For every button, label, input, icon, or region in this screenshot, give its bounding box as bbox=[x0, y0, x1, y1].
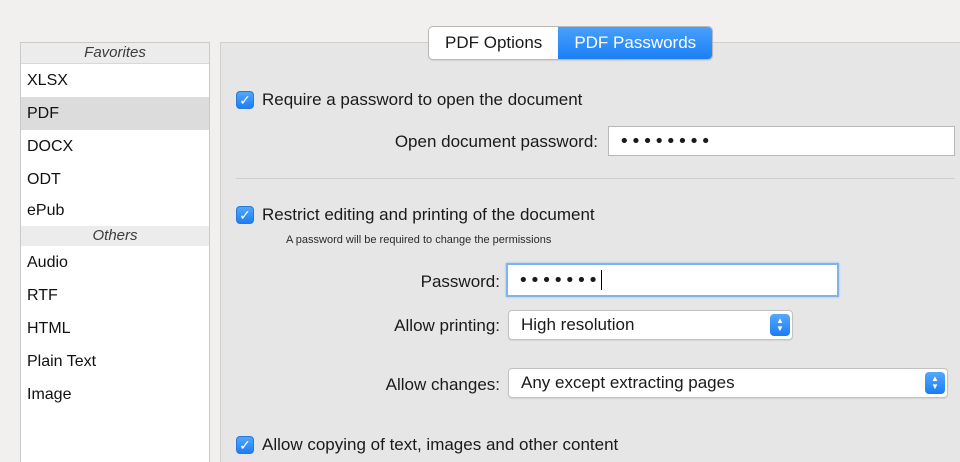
permissions-password-field[interactable]: ••••••• bbox=[506, 263, 839, 297]
open-document-password-value: •••••••• bbox=[619, 130, 712, 152]
sidebar-item-docx[interactable]: DOCX bbox=[21, 130, 209, 163]
require-open-password-checkbox[interactable]: ✓ bbox=[236, 91, 254, 109]
allow-copying-label: Allow copying of text, images and other … bbox=[262, 435, 619, 454]
permissions-note: A password will be required to change th… bbox=[286, 234, 552, 246]
open-document-password-label: Open document password: bbox=[394, 132, 598, 151]
require-open-password-label: Require a password to open the document bbox=[262, 90, 583, 109]
checkmark-icon: ✓ bbox=[239, 437, 251, 453]
sidebar-item-html[interactable]: HTML bbox=[21, 312, 209, 345]
allow-copying-checkbox[interactable]: ✓ bbox=[236, 436, 254, 454]
sidebar-item-xlsx[interactable]: XLSX bbox=[21, 64, 209, 97]
restrict-editing-checkbox[interactable]: ✓ bbox=[236, 206, 254, 224]
sidebar-item-image[interactable]: Image bbox=[21, 378, 209, 411]
sidebar-item-plain-text[interactable]: Plain Text bbox=[21, 345, 209, 378]
chevron-updown-icon: ▲ ▼ bbox=[770, 314, 790, 336]
allow-printing-value: High resolution bbox=[521, 315, 635, 334]
text-caret bbox=[601, 270, 603, 290]
format-sidebar: Favorites XLSX PDF DOCX ODT ePub Others … bbox=[20, 42, 210, 462]
allow-changes-label: Allow changes: bbox=[385, 375, 500, 394]
checkmark-icon: ✓ bbox=[239, 92, 251, 108]
tab-pdf-options[interactable]: PDF Options bbox=[429, 27, 558, 59]
allow-printing-label: Allow printing: bbox=[394, 316, 500, 335]
sidebar-item-odt[interactable]: ODT bbox=[21, 163, 209, 196]
checkmark-icon: ✓ bbox=[239, 207, 251, 223]
password-label: Password: bbox=[420, 272, 500, 291]
tab-bar: PDF Options PDF Passwords bbox=[428, 26, 714, 60]
sidebar-item-epub[interactable]: ePub bbox=[21, 196, 209, 226]
require-open-password-row[interactable]: ✓ Require a password to open the documen… bbox=[236, 90, 582, 110]
allow-changes-select[interactable]: Any except extracting pages ▲ ▼ bbox=[508, 368, 948, 398]
tab-pdf-passwords[interactable]: PDF Passwords bbox=[558, 27, 713, 59]
allow-changes-value: Any except extracting pages bbox=[521, 373, 735, 392]
permissions-password-value: ••••••• bbox=[518, 269, 600, 291]
section-divider bbox=[236, 178, 955, 179]
allow-copying-row[interactable]: ✓ Allow copying of text, images and othe… bbox=[236, 435, 618, 455]
sidebar-item-pdf[interactable]: PDF bbox=[21, 97, 209, 130]
sidebar-item-rtf[interactable]: RTF bbox=[21, 279, 209, 312]
others-header: Others bbox=[21, 226, 209, 246]
sidebar-item-audio[interactable]: Audio bbox=[21, 246, 209, 279]
open-document-password-field[interactable]: •••••••• bbox=[608, 126, 955, 156]
allow-printing-select[interactable]: High resolution ▲ ▼ bbox=[508, 310, 793, 340]
restrict-editing-label: Restrict editing and printing of the doc… bbox=[262, 205, 595, 224]
restrict-editing-row[interactable]: ✓ Restrict editing and printing of the d… bbox=[236, 205, 595, 225]
chevron-updown-icon: ▲ ▼ bbox=[925, 372, 945, 394]
favorites-header: Favorites bbox=[21, 43, 209, 64]
